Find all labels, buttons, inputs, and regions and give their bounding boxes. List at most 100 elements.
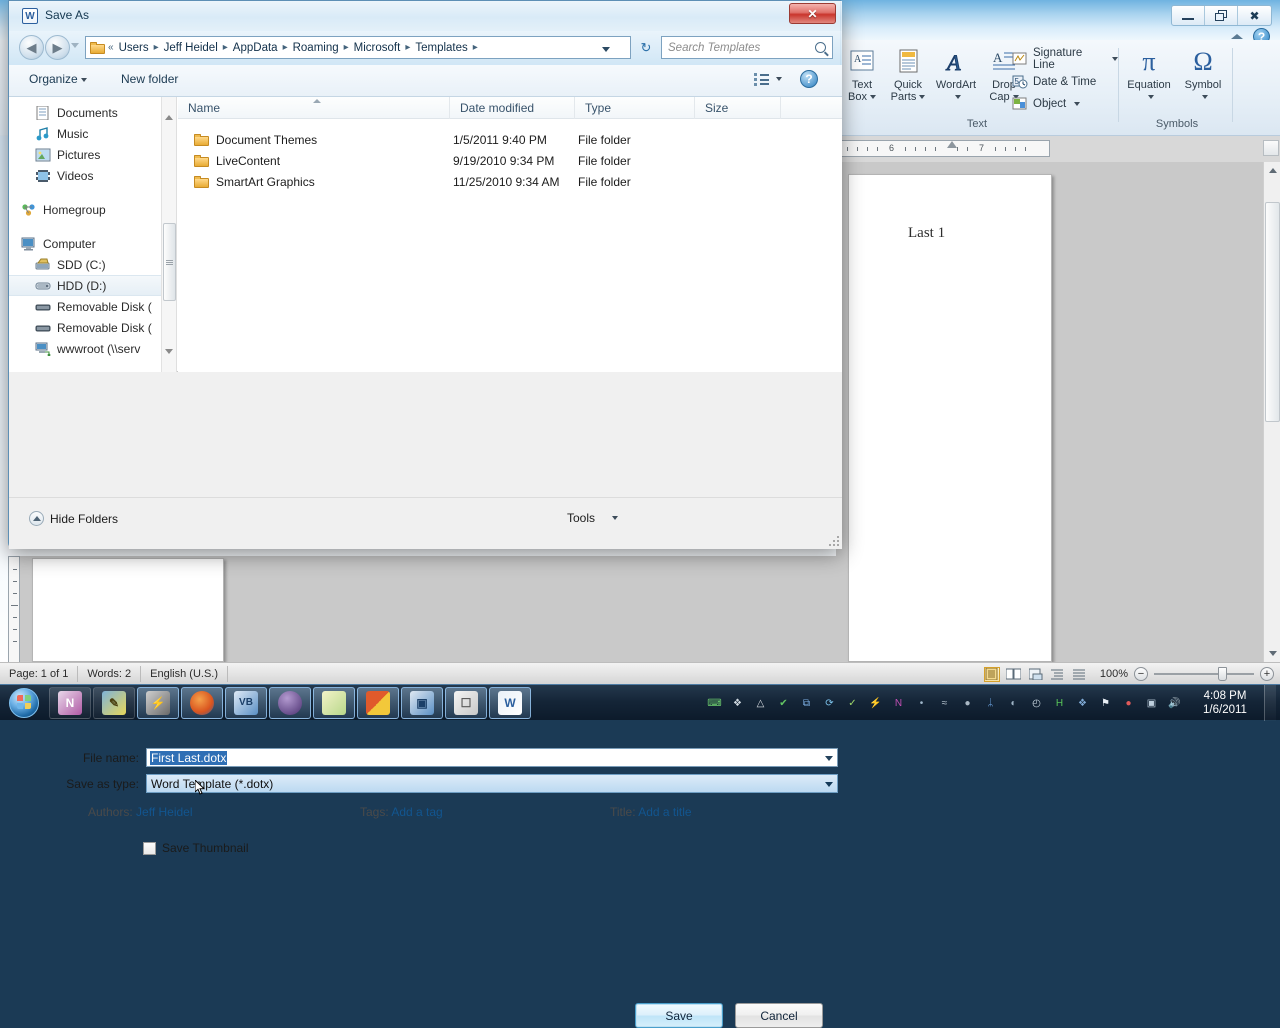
authors-field[interactable]: Authors: Jeff Heidel: [88, 805, 193, 819]
address-bar[interactable]: « Users ▸ Jeff Heidel ▸ AppData ▸ Roamin…: [85, 36, 631, 59]
taskbar-item-firefox[interactable]: [181, 687, 223, 719]
table-row[interactable]: LiveContent 9/19/2010 9:34 PM File folde…: [178, 150, 842, 171]
back-button[interactable]: ◀: [19, 35, 44, 60]
breadcrumb-appdata[interactable]: AppData: [231, 42, 280, 54]
zoom-slider[interactable]: [1154, 673, 1254, 675]
sidebar-item-sdd-c[interactable]: SDD (C:): [9, 254, 176, 275]
show-desktop-button[interactable]: [1264, 685, 1276, 721]
close-icon[interactable]: ✖: [1238, 6, 1271, 25]
start-button[interactable]: [0, 686, 48, 720]
file-name-cell[interactable]: LiveContent: [194, 154, 280, 168]
breadcrumb-overflow-icon[interactable]: «: [105, 42, 117, 53]
file-name-input[interactable]: First Last.dotx: [150, 751, 227, 765]
monitor-icon[interactable]: ❖: [728, 694, 747, 713]
document-page-lower[interactable]: [32, 558, 224, 662]
collapse-ribbon-icon[interactable]: [1231, 34, 1243, 39]
taskbar-item-media-player[interactable]: [269, 687, 311, 719]
ribbon-button-wordart[interactable]: A WordArt: [932, 46, 980, 103]
chevron-down-icon[interactable]: [919, 95, 925, 99]
onenote-tray-icon[interactable]: N: [889, 694, 908, 713]
document-body-text[interactable]: Last 1: [908, 225, 945, 242]
view-full-screen-reading-icon[interactable]: [1006, 667, 1022, 682]
network-icon[interactable]: ▣: [1142, 694, 1161, 713]
status-language[interactable]: English (U.S.): [141, 666, 228, 682]
taskbar-item-visual-basic[interactable]: VB: [225, 687, 267, 719]
save-button[interactable]: Save: [635, 1003, 723, 1028]
ribbon-button-date-and-time[interactable]: 5 Date & Time: [1012, 71, 1096, 92]
previous-locations-icon[interactable]: [71, 43, 79, 48]
authors-value[interactable]: Jeff Heidel: [136, 805, 192, 819]
tags-value[interactable]: Add a tag: [391, 805, 442, 819]
taskbar-item-sticky-notes[interactable]: [313, 687, 355, 719]
dialog-title-bar[interactable]: W Save As ✕: [9, 1, 842, 31]
column-header-date-modified[interactable]: Date modified: [450, 97, 575, 119]
view-draft-icon[interactable]: [1072, 667, 1088, 682]
scroll-up-icon[interactable]: [165, 101, 173, 115]
sidebar-item-removable-disk-2[interactable]: Removable Disk (: [9, 317, 176, 338]
taskbar-item-paint-net[interactable]: ✎: [93, 687, 135, 719]
view-web-layout-icon[interactable]: [1028, 667, 1044, 682]
scroll-up-icon[interactable]: [1264, 162, 1280, 179]
title-value[interactable]: Add a title: [638, 805, 691, 819]
save-as-type-combobox[interactable]: Word Template (*.dotx): [146, 774, 838, 793]
column-header-size[interactable]: Size: [695, 97, 781, 119]
breadcrumb-templates[interactable]: Templates: [413, 42, 469, 54]
change-view-button[interactable]: [754, 72, 782, 85]
tags-field[interactable]: Tags: Add a tag: [360, 805, 443, 819]
file-name-cell[interactable]: Document Themes: [194, 133, 317, 147]
vertical-ruler[interactable]: [8, 556, 20, 664]
scrollbar-thumb[interactable]: [163, 223, 176, 301]
keyboard-icon[interactable]: ⌨: [705, 694, 724, 713]
taskbar-item-explorer[interactable]: ☐: [445, 687, 487, 719]
taskbar-item-winamp[interactable]: ⚡: [137, 687, 179, 719]
speaker-tray-icon[interactable]: ●: [958, 694, 977, 713]
sidebar-item-documents[interactable]: Documents: [9, 102, 176, 123]
battery-check-icon[interactable]: ✓: [843, 694, 862, 713]
organize-button[interactable]: Organize: [29, 72, 87, 86]
remote-icon[interactable]: ❖: [1073, 694, 1092, 713]
balloon-icon[interactable]: ●: [1119, 694, 1138, 713]
forward-button[interactable]: ▶: [45, 35, 70, 60]
volume-alt-icon[interactable]: ◐: [1004, 694, 1023, 713]
ribbon-button-signature-line[interactable]: Signature Line: [1012, 48, 1118, 69]
sidebar-item-wwwroot[interactable]: wwwroot (\\serv: [9, 338, 176, 359]
chevron-down-icon[interactable]: [870, 95, 876, 99]
chevron-down-icon[interactable]: [1074, 102, 1080, 106]
file-name-cell[interactable]: SmartArt Graphics: [194, 175, 315, 189]
scroll-down-icon[interactable]: [1264, 645, 1280, 662]
column-header-type[interactable]: Type: [575, 97, 695, 119]
status-page-count[interactable]: Page: 1 of 1: [0, 666, 78, 682]
sync-icon[interactable]: ⟳: [820, 694, 839, 713]
taskbar-clock[interactable]: 4:08 PM 1/6/2011: [1186, 689, 1264, 717]
pin-icon[interactable]: •: [912, 694, 931, 713]
resize-grip-icon[interactable]: [829, 536, 839, 546]
winamp-tray-icon[interactable]: ⚡: [866, 694, 885, 713]
table-row[interactable]: Document Themes 1/5/2011 9:40 PM File fo…: [178, 129, 842, 150]
status-word-count[interactable]: Words: 2: [78, 666, 141, 682]
file-name-combobox[interactable]: First Last.dotx: [146, 748, 838, 767]
dialog-close-button[interactable]: ✕: [789, 3, 836, 24]
navpane-scrollbar[interactable]: [161, 97, 176, 372]
tools-button[interactable]: Tools: [567, 511, 618, 525]
horizontal-ruler[interactable]: 6 7: [838, 140, 1050, 157]
taskbar-item-onenote[interactable]: N: [49, 687, 91, 719]
view-print-layout-icon[interactable]: [984, 667, 1000, 682]
document-vertical-scrollbar[interactable]: [1263, 162, 1280, 662]
bluetooth-icon[interactable]: ᛦ: [981, 694, 1000, 713]
taskbar-item-powerpoint[interactable]: ▣: [401, 687, 443, 719]
ribbon-button-equation[interactable]: π Equation: [1122, 46, 1176, 103]
sidebar-item-computer[interactable]: Computer: [9, 233, 176, 254]
zoom-percent-label[interactable]: 100%: [1100, 668, 1128, 680]
breadcrumb-microsoft[interactable]: Microsoft: [352, 42, 403, 54]
save-thumbnail-row[interactable]: Save Thumbnail: [143, 841, 249, 855]
refresh-button[interactable]: ↻: [635, 36, 657, 59]
search-input[interactable]: Search Templates: [668, 42, 815, 54]
address-dropdown-icon[interactable]: [602, 47, 610, 52]
zoom-in-button[interactable]: +: [1260, 667, 1274, 681]
sidebar-item-homegroup[interactable]: Homegroup: [9, 199, 176, 220]
ribbon-button-quick-parts[interactable]: Quick Parts: [884, 46, 932, 103]
zoom-slider-thumb[interactable]: [1218, 667, 1227, 681]
scroll-down-icon[interactable]: [165, 354, 173, 368]
hide-folders-button[interactable]: Hide Folders: [29, 511, 118, 526]
sidebar-item-pictures[interactable]: Pictures: [9, 144, 176, 165]
